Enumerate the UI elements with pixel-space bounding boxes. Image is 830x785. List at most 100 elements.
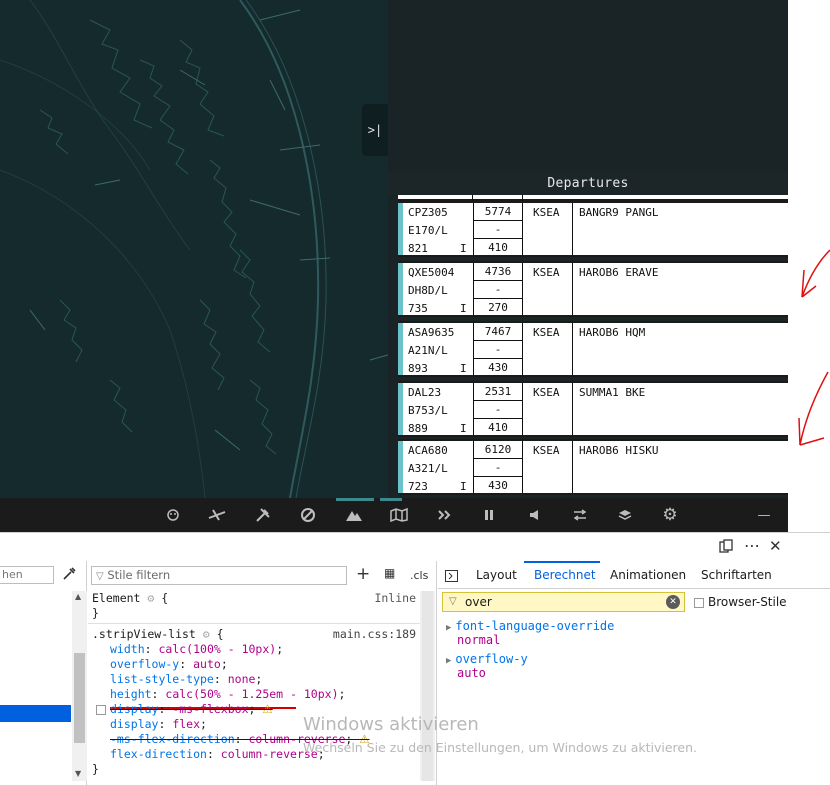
squawk-code: 2531 xyxy=(474,383,522,401)
filter-icon: ▽ xyxy=(96,571,104,582)
scroll-up-icon[interactable]: ▲ xyxy=(75,592,81,601)
list-scrollbar[interactable] xyxy=(388,195,398,498)
active-indicator xyxy=(336,498,374,501)
assigned-value: - xyxy=(474,281,522,299)
assigned-value: - xyxy=(474,459,522,477)
red-annotation-arrows xyxy=(798,249,830,446)
flight-rules: I xyxy=(460,302,467,315)
tab-computed[interactable]: Berechnet xyxy=(534,568,596,582)
styles-filter-input[interactable]: ▽ Stile filtern xyxy=(91,566,347,585)
expand-icon[interactable]: ▶ xyxy=(446,656,451,666)
minimize-icon[interactable]: — xyxy=(754,506,774,524)
computed-property[interactable]: ▶ overflow-y xyxy=(446,652,528,666)
close-icon[interactable]: ✕ xyxy=(769,537,782,555)
map-icon[interactable] xyxy=(389,506,409,524)
filter-icon: ▽ xyxy=(449,596,457,607)
flight-rules: I xyxy=(460,480,467,493)
departure-airport: KSEA xyxy=(523,203,573,255)
collapse-panel-button[interactable]: >| xyxy=(362,104,388,156)
departures-list[interactable]: CPZ305 E170/L 821 I 5774 - 410 KSEA BANG… xyxy=(388,195,788,498)
more-options-icon[interactable]: ⋯ xyxy=(744,536,760,555)
declaration[interactable]: width: calc(100% - 10px); xyxy=(110,642,283,657)
squawk-code: 7467 xyxy=(474,323,522,341)
scroll-down-icon[interactable]: ▼ xyxy=(75,769,81,778)
cruise-altitude: 410 xyxy=(488,421,508,434)
gear-icon[interactable]: ⚙ xyxy=(660,505,680,525)
element-rule-source: Inline xyxy=(374,591,416,605)
dog-icon[interactable] xyxy=(163,506,183,524)
computed-property[interactable]: ▶ font-language-override xyxy=(446,619,614,633)
toggle-sidebar-icon[interactable] xyxy=(445,570,458,585)
active-indicator xyxy=(380,498,402,501)
markup-scrollbar[interactable]: ▲ ▼ xyxy=(72,591,87,781)
route: HAROB6 HQM xyxy=(579,326,646,339)
fast-forward-icon[interactable] xyxy=(434,506,454,524)
clear-filter-icon[interactable]: ✕ xyxy=(666,595,680,609)
airplane-icon[interactable] xyxy=(207,506,227,524)
cid: 735 xyxy=(408,302,428,315)
rule-selector[interactable]: .stripView-list xyxy=(92,627,196,641)
cruise-altitude: 430 xyxy=(488,479,508,492)
route: HAROB6 HISKU xyxy=(579,444,659,457)
tab-layout[interactable]: Layout xyxy=(476,568,517,582)
callsign: QXE5004 xyxy=(408,266,455,279)
flight-strip[interactable]: ASA9635 A21N/L 893 I 7467 - 430 KSEA HAR… xyxy=(398,321,788,377)
declaration[interactable]: list-style-type: none; xyxy=(110,672,262,687)
warning-icon[interactable]: ⚠ xyxy=(262,702,272,716)
overridden-declaration[interactable]: display: -ms-flexbox; ⚠ xyxy=(96,702,273,717)
radar-map[interactable]: >| xyxy=(0,0,388,498)
declaration[interactable]: display: flex; xyxy=(110,717,207,732)
cruise-altitude: 270 xyxy=(488,301,508,314)
active-tab-indicator xyxy=(524,561,600,563)
tab-fonts[interactable]: Schriftarten xyxy=(701,568,772,582)
settings-icon: ⚙ xyxy=(202,627,217,641)
cruise-altitude: 410 xyxy=(488,241,508,254)
scrollbar-thumb[interactable] xyxy=(74,653,85,743)
flight-strip[interactable]: CPZ305 E170/L 821 I 5774 - 410 KSEA BANG… xyxy=(398,201,788,257)
flight-strip[interactable]: QXE5004 DH8D/L 735 I 4736 - 270 KSEA HAR… xyxy=(398,261,788,317)
mountain-icon[interactable] xyxy=(344,506,364,524)
computed-value: auto xyxy=(457,666,486,680)
activation-watermark-subtitle: Wechseln Sie zu den Einstellungen, um Wi… xyxy=(303,740,698,755)
aircraft-type: A21N/L xyxy=(408,344,448,357)
cancel-icon[interactable] xyxy=(298,506,318,524)
tab-animations[interactable]: Animationen xyxy=(610,568,686,582)
swap-icon[interactable] xyxy=(570,506,590,524)
declaration-checkbox[interactable] xyxy=(96,704,106,715)
markup-search-input[interactable]: hen xyxy=(0,566,54,584)
flight-rules: I xyxy=(460,242,467,255)
bottom-toolbar: ⚙ — xyxy=(0,498,788,532)
computed-filter-value: over xyxy=(465,595,492,609)
volume-icon[interactable] xyxy=(525,506,545,524)
pause-icon[interactable] xyxy=(479,506,499,524)
cid: 889 xyxy=(408,422,428,435)
browser-styles-toggle[interactable]: Browser-Stile xyxy=(694,595,787,609)
rule-separator xyxy=(88,623,420,624)
selected-node[interactable] xyxy=(0,705,71,722)
toggle-pseudo-classes-icon[interactable]: ▦ xyxy=(384,566,395,580)
rule-close-brace: } xyxy=(92,762,99,776)
declaration[interactable]: overflow-y: auto; xyxy=(110,657,228,672)
flight-strip[interactable]: ACA680 A321/L 723 I 6120 - 430 KSEA HARO… xyxy=(398,439,788,495)
rule-source-link[interactable]: main.css:189 xyxy=(333,627,416,641)
add-rule-button[interactable]: + xyxy=(356,564,370,584)
declaration[interactable]: flex-direction: column-reverse; xyxy=(110,747,325,762)
aircraft-type: B753/L xyxy=(408,404,448,417)
cid: 893 xyxy=(408,362,428,375)
flight-rules: I xyxy=(460,422,467,435)
flight-strip[interactable]: DAL23 B753/L 889 I 2531 - 410 KSEA SUMMA… xyxy=(398,381,788,437)
dock-icon[interactable] xyxy=(719,539,733,557)
callsign: CPZ305 xyxy=(408,206,448,219)
cid: 723 xyxy=(408,480,428,493)
expand-icon[interactable]: ▶ xyxy=(446,623,451,633)
layers-icon[interactable] xyxy=(615,506,635,524)
cls-toggle-button[interactable]: .cls xyxy=(410,569,428,582)
callsign: DAL23 xyxy=(408,386,442,399)
browser-styles-checkbox[interactable] xyxy=(694,597,704,608)
declaration[interactable]: height: calc(50% - 1.25em - 10px); xyxy=(110,687,345,702)
assigned-value: - xyxy=(474,401,522,419)
computed-filter-input[interactable]: ▽ over ✕ xyxy=(442,592,685,612)
tools-icon[interactable] xyxy=(253,506,273,524)
eyedropper-icon[interactable] xyxy=(62,567,76,585)
cid: 821 xyxy=(408,242,428,255)
